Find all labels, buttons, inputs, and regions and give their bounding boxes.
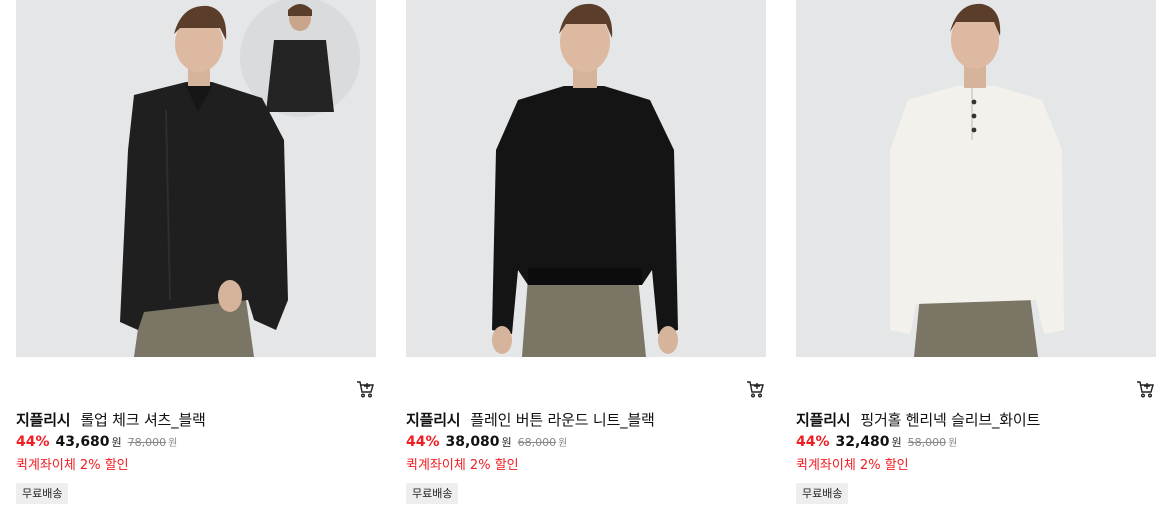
product-image[interactable]: [16, 0, 376, 357]
promo-text: 퀵계좌이체 2% 할인: [16, 458, 129, 473]
original-currency: 원: [948, 438, 958, 449]
original-price: 68,000: [517, 436, 557, 449]
promo-text: 퀵계좌이체 2% 할인: [406, 458, 519, 473]
sale-currency: 원: [891, 436, 902, 449]
cart-icon[interactable]: [356, 380, 374, 398]
product-image[interactable]: [796, 0, 1156, 357]
discount-rate: 44%: [796, 434, 830, 450]
free-shipping-badge: 무료배송: [406, 483, 459, 504]
free-shipping-badge: 무료배송: [796, 483, 849, 504]
brand-name[interactable]: 지플리시: [406, 411, 461, 429]
product-card[interactable]: 지플리시 핑거홀 헨리넥 슬리브_화이트 44% 32,480 원 58,000 원 퀵계…: [796, 0, 1156, 515]
product-card[interactable]: 지플리시 롤업 체크 셔츠_블랙 44% 43,680 원 78,000 원 퀵계좌이체 …: [16, 0, 376, 515]
product-grid: 지플리시 롤업 체크 셔츠_블랙 44% 43,680 원 78,000 원 퀵계좌이체 …: [0, 0, 1163, 515]
price-row: 44% 38,080 원 68,000 원: [406, 434, 567, 450]
product-name[interactable]: 플레인 버튼 라운드 니트_블랙: [470, 411, 654, 429]
brand-name[interactable]: 지플리시: [796, 411, 851, 429]
product-image[interactable]: [406, 0, 766, 357]
product-title[interactable]: 지플리시 롤업 체크 셔츠_블랙: [16, 409, 206, 430]
cart-icon[interactable]: [1136, 380, 1154, 398]
product-title[interactable]: 지플리시 플레인 버튼 라운드 니트_블랙: [406, 409, 655, 430]
original-currency: 원: [168, 438, 178, 449]
discount-rate: 44%: [16, 434, 50, 450]
price-row: 44% 32,480 원 58,000 원: [796, 434, 957, 450]
sale-currency: 원: [501, 436, 512, 449]
original-price: 58,000: [907, 436, 947, 449]
free-shipping-badge: 무료배송: [16, 483, 69, 504]
sale-currency: 원: [111, 436, 122, 449]
product-card[interactable]: 지플리시 플레인 버튼 라운드 니트_블랙 44% 38,080 원 68,000 원 퀵…: [406, 0, 766, 515]
original-price: 78,000: [127, 436, 167, 449]
original-currency: 원: [558, 438, 568, 449]
price-row: 44% 43,680 원 78,000 원: [16, 434, 177, 450]
sale-price: 32,480: [835, 434, 890, 450]
product-name[interactable]: 핑거홀 헨리넥 슬리브_화이트: [860, 411, 1040, 429]
sale-price: 38,080: [445, 434, 500, 450]
product-name[interactable]: 롤업 체크 셔츠_블랙: [80, 411, 205, 429]
discount-rate: 44%: [406, 434, 440, 450]
product-title[interactable]: 지플리시 핑거홀 헨리넥 슬리브_화이트: [796, 409, 1040, 430]
sale-price: 43,680: [55, 434, 110, 450]
cart-icon[interactable]: [746, 380, 764, 398]
promo-text: 퀵계좌이체 2% 할인: [796, 458, 909, 473]
brand-name[interactable]: 지플리시: [16, 411, 71, 429]
